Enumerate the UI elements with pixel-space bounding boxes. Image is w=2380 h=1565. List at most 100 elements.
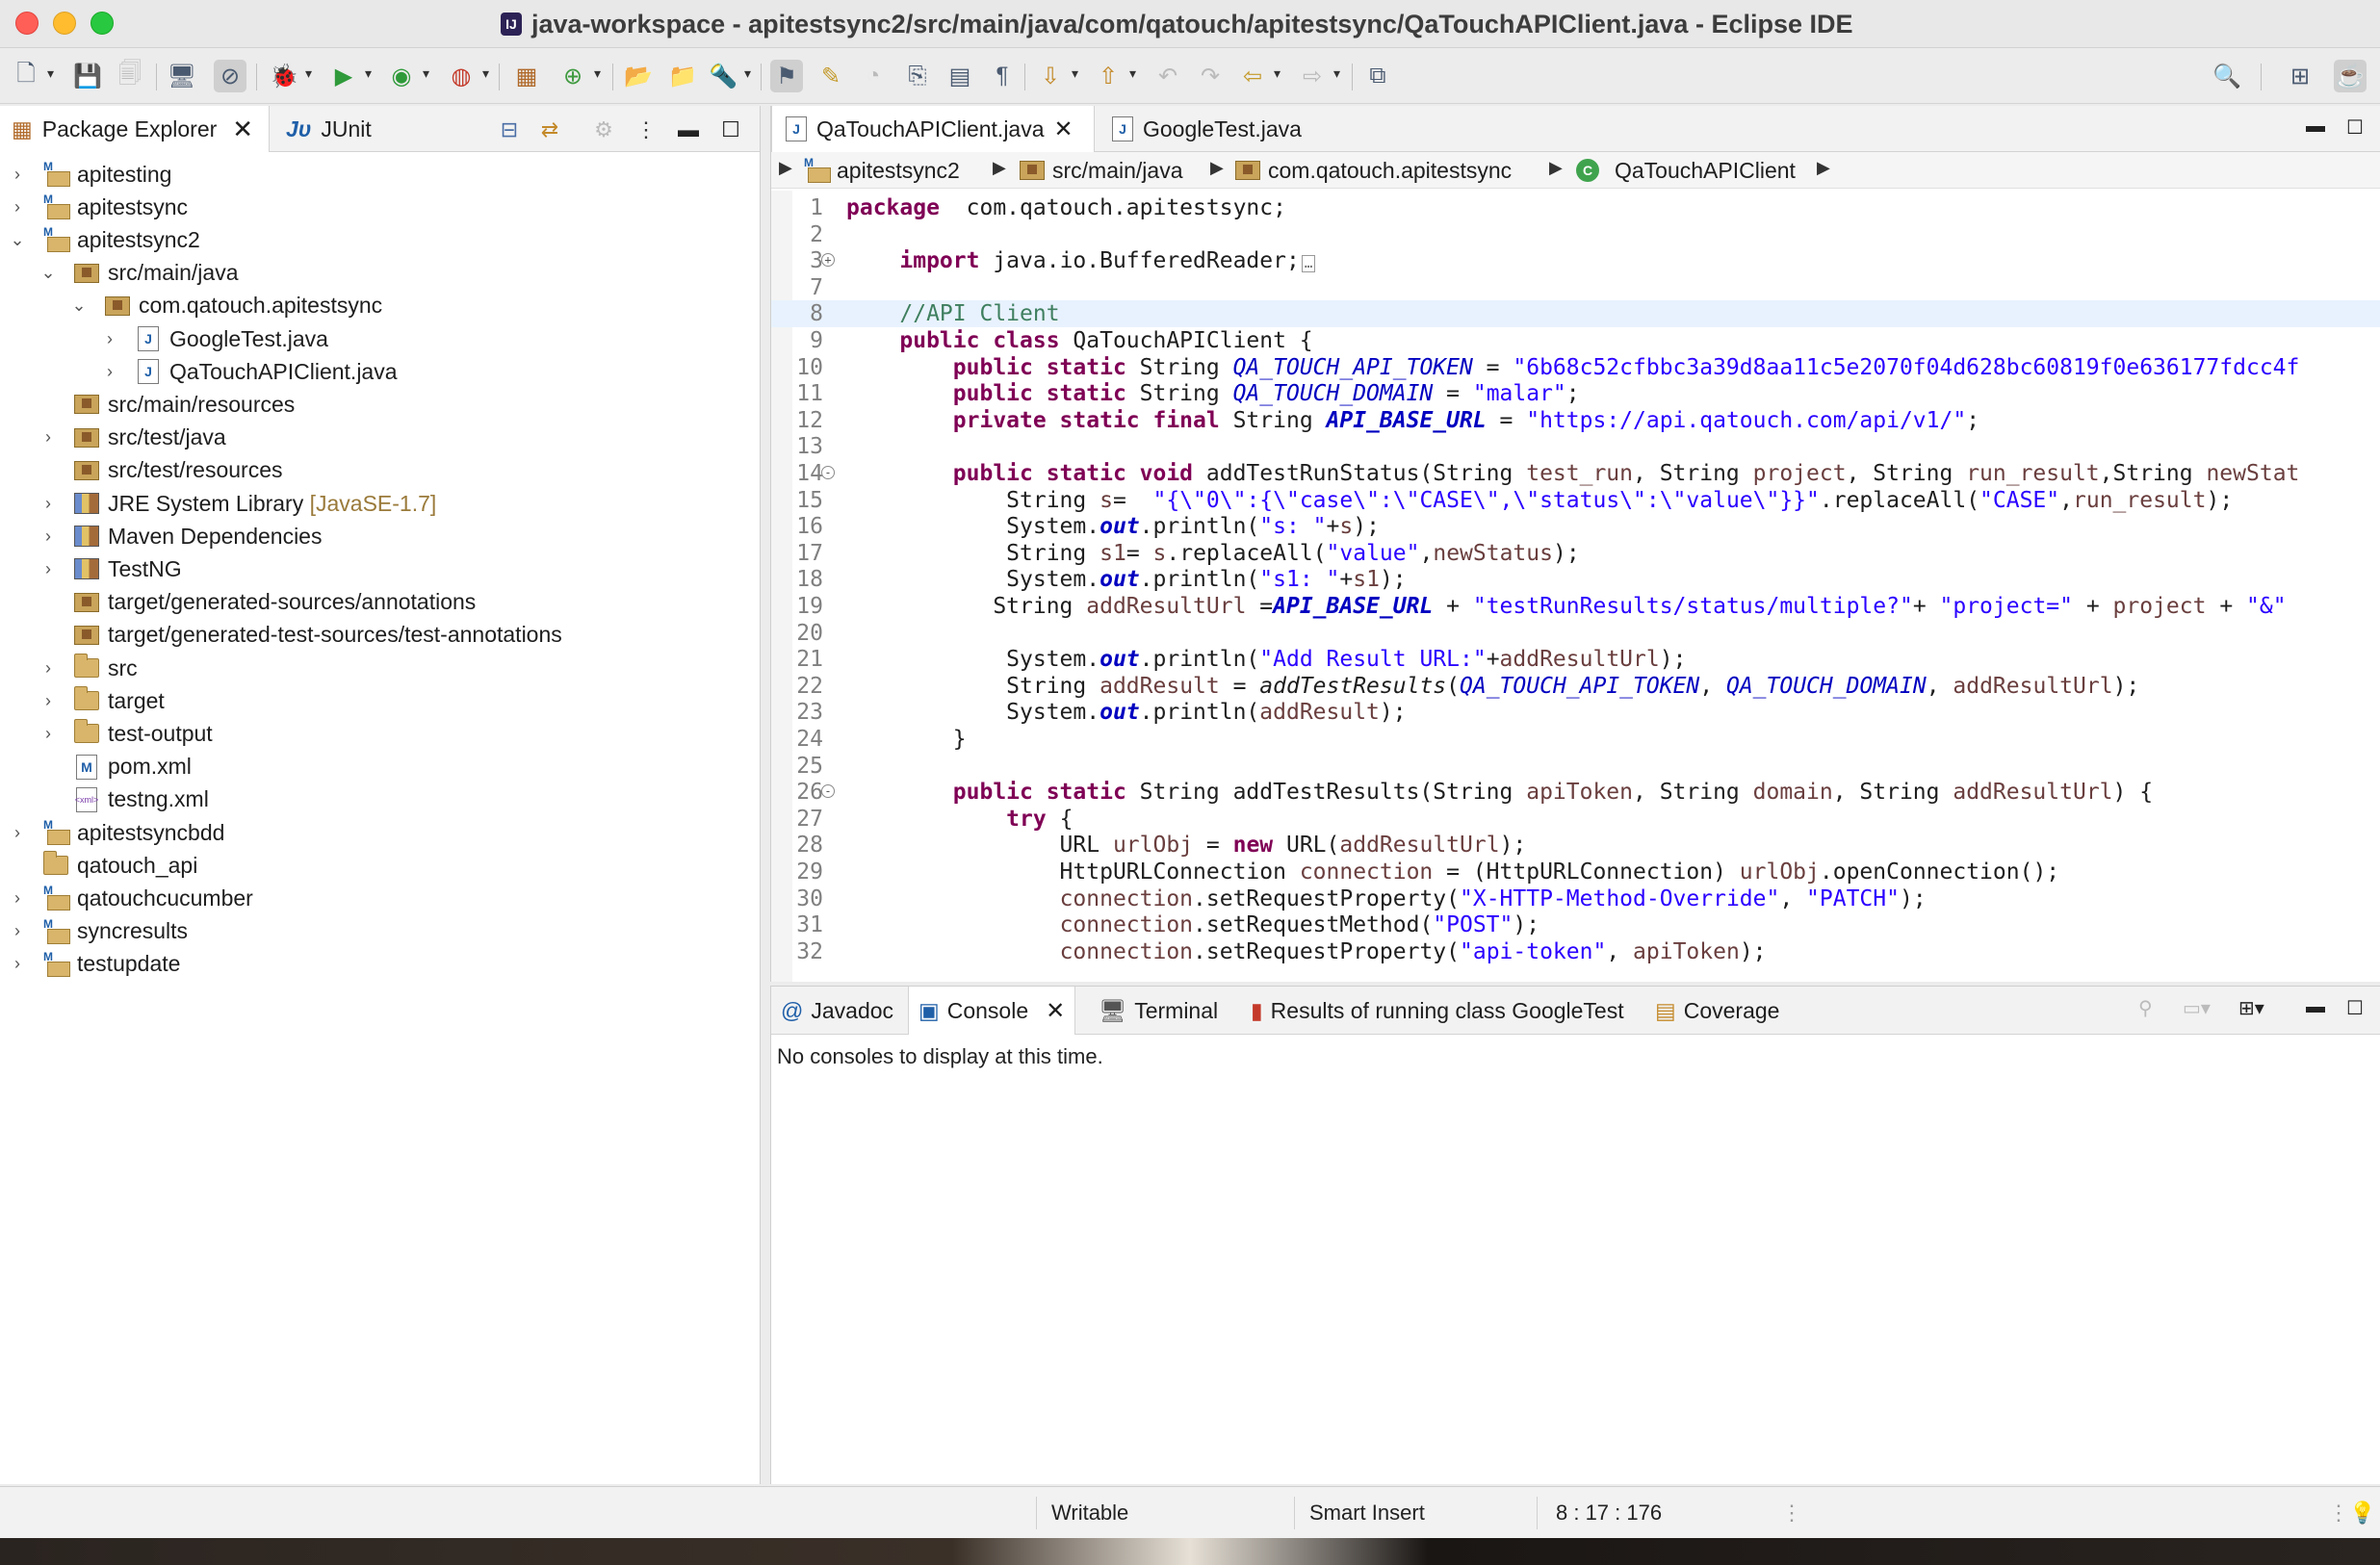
code-line[interactable]: 2: [771, 221, 2380, 248]
tab-googletest[interactable]: J GoogleTest.java: [1099, 106, 1315, 152]
tab-qatouchapiclient[interactable]: J QaTouchAPIClient.java ✕: [771, 106, 1095, 152]
close-tab-icon[interactable]: ✕: [1046, 997, 1065, 1025]
toggle-breadcrumb-icon[interactable]: ⚑: [770, 60, 803, 92]
code-line[interactable]: 14- public static void addTestRunStatus(…: [771, 460, 2380, 487]
open-task-icon[interactable]: 📁: [666, 60, 699, 92]
tree-item[interactable]: target/generated-sources/annotations: [0, 586, 761, 619]
tree-item[interactable]: › src/test/java: [0, 422, 761, 454]
code-line[interactable]: 12 private static final String API_BASE_…: [771, 407, 2380, 434]
search-icon[interactable]: 🔍: [2211, 60, 2243, 92]
expand-arrow-icon[interactable]: ›: [8, 954, 27, 974]
code-line[interactable]: 15 String s= "{\"0\":{\"case\":\"CASE\",…: [771, 487, 2380, 514]
close-tab-icon[interactable]: ✕: [232, 115, 253, 144]
coverage-run-icon[interactable]: ◉: [385, 60, 429, 92]
back-icon[interactable]: ⇦: [1236, 60, 1281, 92]
breadcrumb-arrow-icon[interactable]: ▶: [993, 158, 1006, 178]
save-all-icon[interactable]: 🗐: [114, 60, 146, 92]
maximize-view-icon[interactable]: ☐: [716, 115, 745, 144]
tab-javadoc[interactable]: @ Javadoc: [771, 987, 903, 1035]
code-line[interactable]: 8 //API Client: [771, 300, 2380, 328]
pin-console-icon[interactable]: ⚲: [2138, 996, 2153, 1020]
collapse-fold-icon[interactable]: -: [821, 466, 835, 479]
link-with-editor-icon[interactable]: ⇄: [535, 115, 564, 144]
new-java-class-icon[interactable]: ⊕: [556, 60, 601, 92]
minimize-editor-icon[interactable]: ▬: [2306, 115, 2325, 138]
code-line[interactable]: 10 public static String QA_TOUCH_API_TOK…: [771, 354, 2380, 381]
maximize-window-button[interactable]: [91, 12, 114, 35]
code-line[interactable]: 31 connection.setRequestMethod("POST");: [771, 911, 2380, 938]
word-wrap-icon[interactable]: ⎘: [901, 60, 934, 92]
code-line[interactable]: 1 package com.qatouch.apitestsync;: [771, 194, 2380, 221]
tab-terminal[interactable]: 🖥 Terminal: [1089, 987, 1228, 1035]
java-perspective-icon[interactable]: ☕: [2334, 60, 2367, 92]
expand-arrow-icon[interactable]: ›: [8, 921, 27, 941]
tab-package-explorer[interactable]: ▦ Package Explorer ✕: [0, 106, 270, 152]
tree-item[interactable]: › TestNG: [0, 552, 761, 585]
code-line[interactable]: 28 URL urlObj = new URL(addResultUrl);: [771, 832, 2380, 859]
maximize-view-icon[interactable]: ☐: [2346, 996, 2364, 1020]
expand-arrow-icon[interactable]: ›: [39, 526, 58, 547]
expand-arrow-icon[interactable]: ›: [100, 362, 119, 382]
tree-item[interactable]: src/test/resources: [0, 454, 761, 487]
code-line[interactable]: 7: [771, 274, 2380, 301]
skip-breakpoints-icon[interactable]: ⊘: [214, 60, 246, 92]
code-line[interactable]: 30 connection.setRequestProperty("X-HTTP…: [771, 885, 2380, 912]
breadcrumb-source-folder[interactable]: src/main/java: [1020, 152, 1182, 189]
insert-mode-status[interactable]: Smart Insert: [1309, 1487, 1425, 1538]
cursor-position-status[interactable]: 8 : 17 : 176: [1556, 1487, 1662, 1538]
minimize-view-icon[interactable]: ▬: [2306, 996, 2325, 1018]
code-line[interactable]: 24 }: [771, 726, 2380, 753]
tree-item[interactable]: ⌄ com.qatouch.apitestsync: [0, 290, 761, 322]
tree-item[interactable]: › J GoogleTest.java: [0, 322, 761, 355]
breadcrumb-class[interactable]: C QaTouchAPIClient: [1576, 152, 1796, 189]
tree-item[interactable]: src/main/resources: [0, 388, 761, 421]
expand-arrow-icon[interactable]: ›: [39, 658, 58, 679]
tree-item[interactable]: › apitesting: [0, 158, 761, 191]
tree-item[interactable]: › Maven Dependencies: [0, 520, 761, 552]
external-tools-icon[interactable]: ◍: [445, 60, 489, 92]
code-line[interactable]: 20: [771, 620, 2380, 647]
tree-item[interactable]: › apitestsyncbdd: [0, 816, 761, 849]
code-line[interactable]: 18 System.out.println("s1: "+s1);: [771, 566, 2380, 593]
expand-arrow-icon[interactable]: ›: [39, 691, 58, 711]
expand-arrow-icon[interactable]: ›: [8, 888, 27, 909]
code-line[interactable]: 16 System.out.println("s: "+s);: [771, 513, 2380, 540]
collapse-arrow-icon[interactable]: ⌄: [69, 295, 89, 316]
run-icon[interactable]: ▶: [327, 60, 372, 92]
code-line[interactable]: 32 connection.setRequestProperty("api-to…: [771, 938, 2380, 965]
breadcrumb-arrow-icon[interactable]: ▶: [1210, 158, 1224, 178]
expand-arrow-icon[interactable]: ›: [39, 427, 58, 448]
tree-item[interactable]: Mpom.xml: [0, 751, 761, 783]
expand-arrow-icon[interactable]: ›: [39, 494, 58, 514]
tree-item[interactable]: ⌄ src/main/java: [0, 257, 761, 290]
open-perspective-icon[interactable]: ⊞: [2284, 60, 2316, 92]
open-type-icon[interactable]: 📂: [622, 60, 655, 92]
code-line[interactable]: 21 System.out.println("Add Result URL:"+…: [771, 646, 2380, 673]
code-line[interactable]: 11 public static String QA_TOUCH_DOMAIN …: [771, 380, 2380, 407]
minimize-view-icon[interactable]: ▬: [674, 115, 703, 144]
expand-arrow-icon[interactable]: ›: [8, 165, 27, 185]
mark-occurrences-icon[interactable]: ✎: [815, 60, 847, 92]
code-editor[interactable]: 1 package com.qatouch.apitestsync; 2 3 + imp…: [771, 191, 2380, 982]
code-line[interactable]: 19 String addResultUrl =API_BASE_URL + "…: [771, 593, 2380, 620]
tree-item[interactable]: › syncresults: [0, 915, 761, 948]
open-console-icon[interactable]: ⊞▾: [2238, 996, 2264, 1020]
code-line[interactable]: 13: [771, 433, 2380, 460]
expand-arrow-icon[interactable]: ›: [39, 559, 58, 579]
code-line[interactable]: 22 String addResult = addTestResults(QA_…: [771, 673, 2380, 700]
tab-coverage[interactable]: ▤ Coverage: [1645, 987, 1789, 1035]
tree-item[interactable]: › test-output: [0, 717, 761, 750]
tree-item[interactable]: › target: [0, 684, 761, 717]
code-line[interactable]: 26- public static String addTestResults(…: [771, 779, 2380, 806]
close-window-button[interactable]: [15, 12, 39, 35]
tree-item[interactable]: › qatouchcucumber: [0, 882, 761, 914]
view-menu-icon[interactable]: ⋮: [632, 115, 660, 144]
expand-arrow-icon[interactable]: ›: [8, 823, 27, 843]
show-whitespace-icon[interactable]: ▤: [944, 60, 976, 92]
new-java-package-icon[interactable]: ▦: [510, 60, 543, 92]
breadcrumb-arrow-icon[interactable]: ▶: [779, 158, 792, 178]
forward-edit-icon[interactable]: ↷: [1194, 60, 1227, 92]
collapse-arrow-icon[interactable]: ⌄: [39, 263, 58, 283]
minimize-window-button[interactable]: [53, 12, 76, 35]
tree-item[interactable]: qatouch_api: [0, 849, 761, 882]
